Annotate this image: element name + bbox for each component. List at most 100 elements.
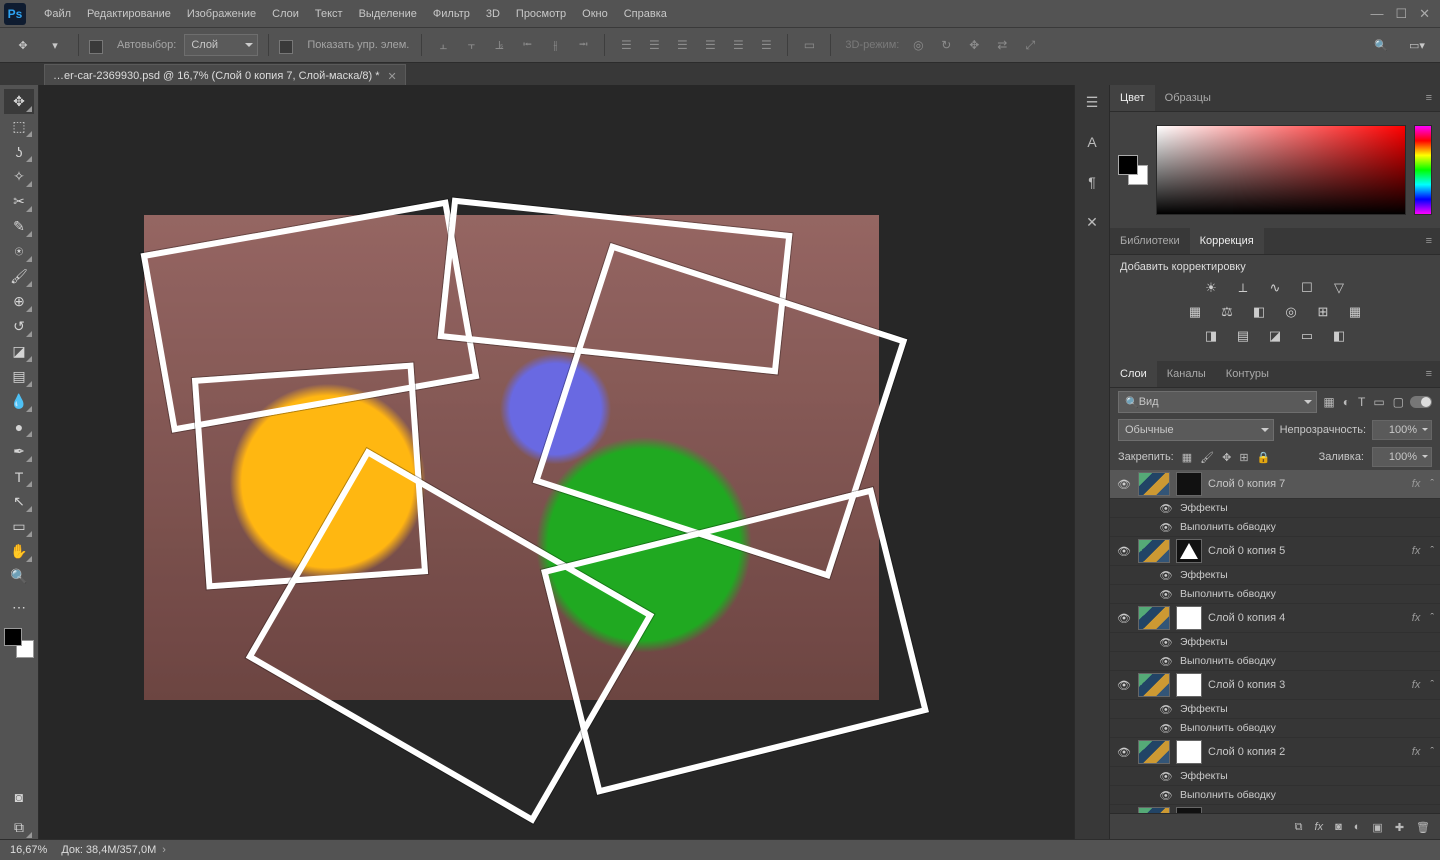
panel-menu-icon[interactable]: ≡ [1418, 92, 1440, 104]
fx-stroke-line[interactable]: 👁Выполнить обводку [1110, 585, 1440, 604]
type-tool[interactable]: T [4, 464, 34, 489]
layer-fx-icon[interactable]: fx [1315, 821, 1324, 833]
hand-tool[interactable]: ✋ [4, 539, 34, 564]
menu-window[interactable]: Окно [574, 0, 616, 27]
layer-thumbnail[interactable] [1138, 539, 1170, 563]
chevron-icon[interactable]: ˆ [1430, 679, 1434, 691]
fx-effects-line[interactable]: 👁Эффекты [1110, 633, 1440, 652]
3d-slide-icon[interactable]: ⇄ [991, 34, 1013, 56]
layer-name[interactable]: Слой 0 копия 4 [1208, 612, 1406, 624]
brush-tool[interactable]: 🖌 [4, 264, 34, 289]
vibrance-icon[interactable]: ▽ [1329, 279, 1349, 297]
gradient-map-icon[interactable]: ▭ [1297, 327, 1317, 345]
fx-stroke-line[interactable]: 👁Выполнить обводку [1110, 786, 1440, 805]
new-adjustment-icon[interactable]: ◐ [1354, 821, 1361, 833]
auto-align-icon[interactable]: ▭ [798, 34, 820, 56]
history-brush-tool[interactable]: ↺ [4, 314, 34, 339]
menu-image[interactable]: Изображение [179, 0, 264, 27]
history-panel-icon[interactable]: ☰ [1081, 91, 1103, 113]
clone-stamp-tool[interactable]: ⊕ [4, 289, 34, 314]
zoom-tool[interactable]: 🔍 [4, 564, 34, 589]
menu-layer[interactable]: Слои [264, 0, 307, 27]
character-panel-icon[interactable]: A [1081, 131, 1103, 153]
color-panel-swatches[interactable] [1118, 155, 1148, 185]
chevron-icon[interactable]: ˆ [1430, 612, 1434, 624]
fx-badge[interactable]: fx [1412, 612, 1421, 624]
lasso-tool[interactable]: ʖ [4, 139, 34, 164]
visibility-icon[interactable]: 👁 [1158, 703, 1174, 716]
visibility-icon[interactable]: 👁 [1158, 655, 1174, 668]
color-lookup-icon[interactable]: ▦ [1345, 303, 1365, 321]
visibility-icon[interactable]: 👁 [1158, 722, 1174, 735]
menu-text[interactable]: Текст [307, 0, 351, 27]
dodge-tool[interactable]: ● [4, 414, 34, 439]
fx-effects-line[interactable]: 👁Эффекты [1110, 499, 1440, 518]
layer-row[interactable]: 👁Слой 0 копия 4fxˆ [1110, 604, 1440, 633]
align-hcenter-icon[interactable]: ⫲ [544, 34, 566, 56]
distribute-left-icon[interactable]: ☰ [699, 34, 721, 56]
workspace-switcher-icon[interactable]: ▭▾ [1404, 33, 1430, 57]
paragraph-panel-icon[interactable]: ¶ [1081, 171, 1103, 193]
channel-mixer-icon[interactable]: ⊞ [1313, 303, 1333, 321]
lock-transparency-icon[interactable]: ▦ [1182, 451, 1192, 464]
screen-mode-tool[interactable]: ⧉ [4, 815, 34, 840]
filter-adjustment-icon[interactable]: ◐ [1343, 395, 1350, 409]
tab-channels[interactable]: Каналы [1157, 361, 1216, 387]
new-group-icon[interactable]: ▣ [1372, 821, 1382, 834]
lock-all-icon[interactable]: 🔒 [1257, 451, 1271, 464]
align-vcenter-icon[interactable]: ⫟ [460, 34, 482, 56]
visibility-icon[interactable]: 👁 [1158, 789, 1174, 802]
layer-mask-thumbnail[interactable] [1176, 673, 1202, 697]
layer-mask-thumbnail[interactable] [1176, 740, 1202, 764]
menu-3d[interactable]: 3D [478, 0, 508, 27]
3d-orbit-icon[interactable]: ◎ [907, 34, 929, 56]
invert-icon[interactable]: ◨ [1201, 327, 1221, 345]
layer-thumbnail[interactable] [1138, 740, 1170, 764]
fx-stroke-line[interactable]: 👁Выполнить обводку [1110, 518, 1440, 537]
layer-mask-thumbnail[interactable] [1176, 807, 1202, 813]
fx-stroke-line[interactable]: 👁Выполнить обводку [1110, 652, 1440, 671]
layer-thumbnail[interactable] [1138, 472, 1170, 496]
maximize-button[interactable]: ☐ [1395, 6, 1407, 22]
color-swatches[interactable] [4, 628, 34, 658]
layer-row[interactable]: 👁Слой 0 копия 7fxˆ [1110, 470, 1440, 499]
foreground-swatch[interactable] [4, 628, 22, 646]
photo-filter-icon[interactable]: ◎ [1281, 303, 1301, 321]
tool-preset-chevron-icon[interactable]: ▾ [42, 33, 68, 57]
doc-size-readout[interactable]: Док: 38,4M/357,0M› [61, 844, 166, 856]
filter-pixel-icon[interactable]: ▦ [1323, 395, 1334, 409]
auto-select-checkbox[interactable] [89, 40, 103, 54]
tab-adjustments[interactable]: Коррекция [1190, 228, 1264, 254]
move-tool[interactable]: ✥ [4, 89, 34, 114]
document-tab[interactable]: …er-car-2369930.psd @ 16,7% (Слой 0 копи… [44, 64, 406, 87]
tab-swatches[interactable]: Образцы [1155, 85, 1221, 111]
auto-select-dropdown[interactable]: Слой [184, 34, 258, 56]
exposure-icon[interactable]: ☐ [1297, 279, 1317, 297]
delete-layer-icon[interactable]: 🗑 [1416, 821, 1430, 834]
foreground-color[interactable] [1118, 155, 1138, 175]
gradient-tool[interactable]: ▤ [4, 364, 34, 389]
visibility-icon[interactable]: 👁 [1158, 521, 1174, 534]
marquee-tool[interactable]: ⬚ [4, 114, 34, 139]
filter-toggle[interactable] [1410, 396, 1432, 408]
3d-pan-icon[interactable]: ✥ [963, 34, 985, 56]
canvas-area[interactable] [39, 85, 1074, 840]
layer-row[interactable]: 👁Слой 0 копия 6fxˆ [1110, 805, 1440, 813]
fx-badge[interactable]: fx [1412, 545, 1421, 557]
color-picker-field[interactable] [1156, 125, 1406, 215]
chevron-icon[interactable]: ˆ [1430, 545, 1434, 557]
fill-input[interactable]: 100% [1372, 447, 1432, 467]
layer-mask-thumbnail[interactable] [1176, 472, 1202, 496]
curves-icon[interactable]: ∿ [1265, 279, 1285, 297]
visibility-icon[interactable]: 👁 [1116, 478, 1132, 491]
quick-mask-tool[interactable]: ◙ [4, 784, 34, 809]
document-canvas[interactable] [144, 215, 879, 700]
healing-brush-tool[interactable]: ⍟ [4, 239, 34, 264]
hue-saturation-icon[interactable]: ▦ [1185, 303, 1205, 321]
3d-scale-icon[interactable]: ⤢ [1019, 34, 1041, 56]
fx-badge[interactable]: fx [1412, 679, 1421, 691]
chevron-icon[interactable]: ˆ [1430, 746, 1434, 758]
move-tool-icon[interactable]: ✥ [10, 33, 36, 57]
crop-tool[interactable]: ✂ [4, 189, 34, 214]
hue-slider[interactable] [1414, 125, 1432, 215]
